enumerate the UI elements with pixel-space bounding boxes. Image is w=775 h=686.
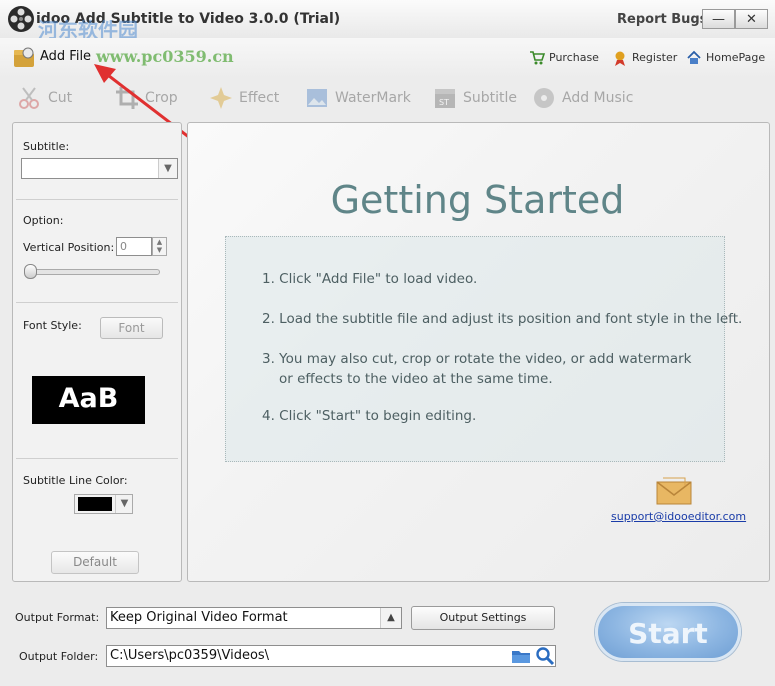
output-folder-label: Output Folder:: [19, 650, 99, 663]
minimize-button[interactable]: —: [702, 9, 735, 29]
home-icon: [686, 50, 702, 71]
output-folder-input[interactable]: C:\Users\pc0359\Videos\: [106, 645, 556, 667]
search-icon[interactable]: [535, 646, 555, 666]
tool-cut[interactable]: Cut: [18, 86, 72, 110]
support-email-link[interactable]: support@idooeditor.com: [611, 510, 746, 523]
tool-watermark[interactable]: WaterMark: [305, 86, 411, 110]
step-3: 3. You may also cut, crop or rotate the …: [262, 351, 692, 367]
step-3-cont: or effects to the video at the same time…: [279, 371, 553, 387]
slider-thumb[interactable]: [24, 264, 37, 279]
vertical-position-input[interactable]: 0: [116, 237, 152, 256]
divider: [16, 199, 178, 200]
purchase-label: Purchase: [549, 51, 599, 64]
vertical-position-spinner[interactable]: ▲ ▼: [152, 237, 167, 256]
tool-watermark-label: WaterMark: [335, 90, 411, 106]
app-logo-icon: [6, 4, 36, 34]
color-swatch: [78, 497, 112, 511]
spinner-up-icon: ▲: [156, 238, 163, 246]
chevron-down-icon: ▼: [115, 495, 133, 513]
register-label: Register: [632, 51, 678, 64]
register-link[interactable]: Register: [612, 50, 677, 66]
folder-icon[interactable]: [511, 647, 531, 665]
spinner-down-icon: ▼: [156, 246, 163, 254]
step-1: 1. Click "Add File" to load video.: [262, 271, 478, 287]
subtitle-select[interactable]: ▼: [21, 158, 178, 179]
scissors-icon: [18, 86, 42, 110]
default-button[interactable]: Default: [51, 551, 139, 574]
font-button[interactable]: Font: [100, 317, 163, 339]
cart-icon: [529, 50, 546, 71]
add-file-icon: [12, 45, 36, 69]
font-style-label: Font Style:: [23, 319, 82, 332]
output-format-label: Output Format:: [15, 611, 100, 624]
tool-add-music[interactable]: Add Music: [532, 86, 633, 110]
homepage-label: HomePage: [706, 51, 766, 64]
subtitle-line-color-label: Subtitle Line Color:: [23, 474, 128, 487]
option-label: Option:: [23, 214, 64, 227]
report-bugs-link[interactable]: Report Bugs: [617, 12, 707, 27]
register-icon: [612, 50, 628, 71]
start-button[interactable]: Start: [595, 603, 741, 661]
step-4: 4. Click "Start" to begin editing.: [262, 408, 477, 424]
font-preview: AaB: [32, 376, 145, 424]
output-format-value: Keep Original Video Format: [110, 610, 288, 625]
line-color-picker[interactable]: ▼: [74, 494, 133, 514]
close-button[interactable]: ✕: [735, 9, 768, 29]
svg-text:ST: ST: [439, 98, 449, 107]
getting-started-title: Getting Started: [330, 178, 625, 222]
tool-cut-label: Cut: [48, 90, 73, 106]
envelope-icon: [655, 476, 693, 506]
homepage-link[interactable]: HomePage: [686, 50, 765, 66]
step-2: 2. Load the subtitle file and adjust its…: [262, 311, 743, 327]
divider: [16, 458, 178, 459]
vertical-position-label: Vertical Position:: [23, 241, 115, 254]
disc-icon: [532, 86, 556, 110]
tool-subtitle[interactable]: ST Subtitle: [433, 86, 517, 110]
chevron-down-icon: ▼: [158, 159, 177, 178]
subtitle-label: Subtitle:: [23, 140, 70, 153]
instructions-box: [225, 236, 725, 462]
clapperboard-icon: ST: [433, 86, 457, 110]
tool-subtitle-label: Subtitle: [463, 90, 518, 106]
tool-add-music-label: Add Music: [562, 90, 634, 106]
divider: [16, 302, 178, 303]
purchase-link[interactable]: Purchase: [529, 50, 599, 66]
output-format-select[interactable]: Keep Original Video Format ▲: [106, 607, 402, 629]
vertical-position-slider[interactable]: [24, 269, 160, 275]
add-file-button[interactable]: Add File: [10, 44, 91, 70]
picture-icon: [305, 86, 329, 110]
output-settings-button[interactable]: Output Settings: [411, 606, 555, 630]
chevron-up-icon: ▲: [380, 608, 401, 628]
output-folder-value: C:\Users\pc0359\Videos\: [110, 648, 270, 663]
